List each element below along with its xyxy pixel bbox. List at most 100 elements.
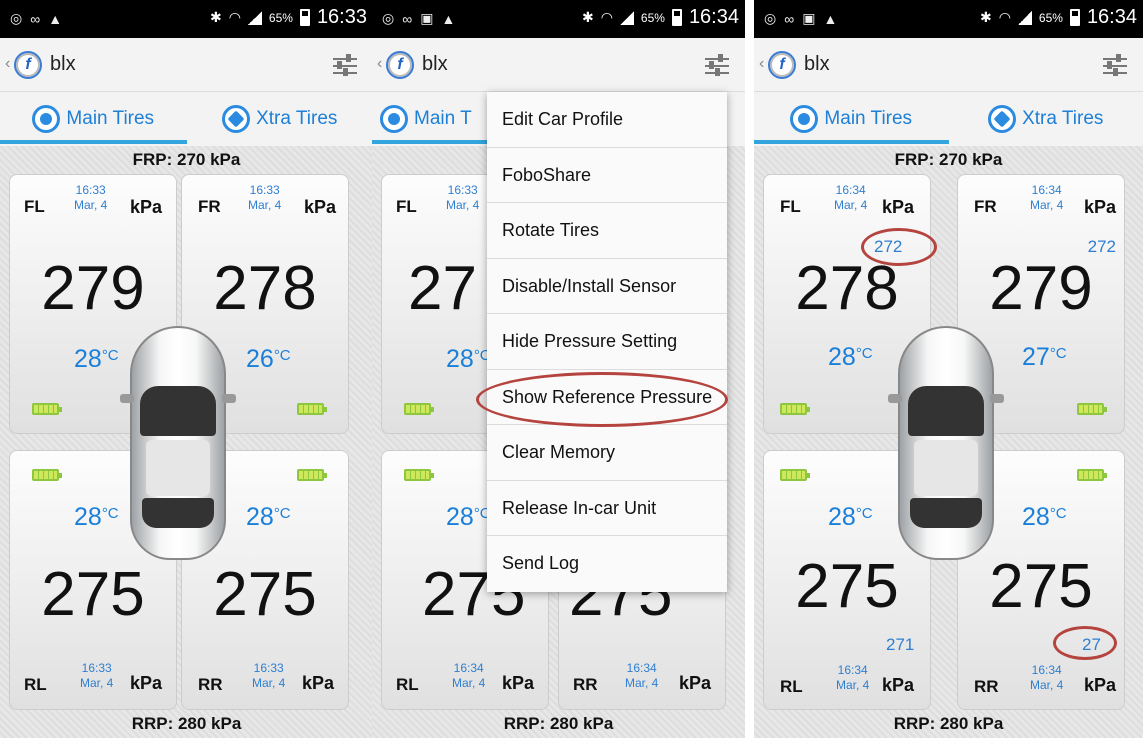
cell-signal-icon bbox=[619, 10, 634, 25]
tire-pressure: 278 bbox=[213, 254, 317, 323]
pressure-unit: kPa bbox=[1083, 197, 1116, 217]
tire-temperature: 28°C bbox=[74, 503, 119, 531]
tire-temperature: 27°C bbox=[1022, 343, 1067, 371]
status-bar: ◎ ∞ ▲ ✱ ◠ 65% 16:33 bbox=[0, 0, 373, 38]
signal-icon: ◎ bbox=[764, 10, 777, 26]
bluetooth-icon: ✱ bbox=[209, 9, 222, 25]
image-icon: ▣ bbox=[420, 10, 434, 26]
tire-temperature: 28°C bbox=[74, 345, 119, 373]
tire-position: RL bbox=[24, 675, 47, 694]
tab-label: Main T bbox=[414, 108, 472, 129]
settings-sliders-icon[interactable] bbox=[331, 52, 359, 78]
car-profile-title: blx bbox=[804, 53, 830, 75]
app-logo-icon[interactable]: f bbox=[14, 51, 42, 79]
menu-item-send-log[interactable]: Send Log bbox=[487, 536, 727, 592]
notification-icon: ∞ bbox=[784, 10, 795, 27]
tire-temperature: 28°C bbox=[446, 503, 491, 531]
pressure-unit: kPa bbox=[881, 675, 914, 695]
pressure-unit: kPa bbox=[129, 197, 162, 217]
tire-pressure: 275 bbox=[213, 560, 317, 629]
reading-timestamp: 16:33 Mar, 4 bbox=[80, 661, 114, 690]
menu-item-edit-car-profile[interactable]: Edit Car Profile bbox=[487, 92, 727, 148]
pressure-unit: kPa bbox=[881, 197, 914, 217]
tire-temperature: 28°C bbox=[828, 503, 873, 531]
back-icon[interactable]: ‹ bbox=[5, 55, 10, 73]
tire-position: RR bbox=[573, 675, 598, 694]
battery-percent: 65% bbox=[640, 10, 665, 25]
tab-xtra-tires[interactable]: Xtra Tires bbox=[187, 92, 374, 146]
bluetooth-icon: ✱ bbox=[581, 9, 594, 25]
status-bar: ◎ ∞ ▣ ▲ ✱ ◠ 65% 16:34 bbox=[754, 0, 1143, 38]
rear-reference-pressure: RRP: 280 kPa bbox=[131, 714, 242, 733]
cell-signal-icon bbox=[1017, 10, 1032, 25]
battery-icon bbox=[299, 9, 310, 26]
wheel-icon bbox=[222, 105, 251, 133]
tire-position: FR bbox=[198, 197, 221, 216]
highlight-ellipse bbox=[1053, 626, 1117, 660]
settings-sliders-icon[interactable] bbox=[703, 52, 731, 78]
tab-bar: Main Tires Xtra Tires bbox=[0, 92, 373, 146]
tire-position: FL bbox=[396, 197, 417, 216]
reading-timestamp: 16:33 Mar, 4 bbox=[248, 183, 282, 212]
battery-percent: 65% bbox=[268, 10, 293, 25]
tab-xtra-tires[interactable]: Xtra Tires bbox=[949, 92, 1143, 146]
back-icon[interactable]: ‹ bbox=[377, 55, 382, 73]
menu-item-release-in-car-unit[interactable]: Release In-car Unit bbox=[487, 481, 727, 536]
menu-item-rotate-tires[interactable]: Rotate Tires bbox=[487, 203, 727, 259]
pressure-unit: kPa bbox=[303, 197, 336, 217]
sensor-battery-icon bbox=[1077, 403, 1107, 415]
sensor-battery-icon bbox=[297, 403, 327, 415]
reading-timestamp: 16:33 Mar, 4 bbox=[446, 183, 480, 212]
image-icon: ▣ bbox=[802, 10, 816, 26]
tire-temperature: 28°C bbox=[828, 343, 873, 371]
tab-bar: Main Tires Xtra Tires bbox=[754, 92, 1143, 146]
clock: 16:34 bbox=[688, 6, 739, 28]
reading-timestamp: 16:34 Mar, 4 bbox=[834, 183, 868, 212]
cell-signal-icon bbox=[247, 10, 262, 25]
app-logo-icon[interactable]: f bbox=[386, 51, 414, 79]
menu-item-clear-memory[interactable]: Clear Memory bbox=[487, 425, 727, 481]
sensor-battery-icon bbox=[1077, 469, 1107, 481]
tab-label: Xtra Tires bbox=[1022, 108, 1104, 129]
back-icon[interactable]: ‹ bbox=[759, 55, 764, 73]
screen-3: ◎ ∞ ▣ ▲ ✱ ◠ 65% 16:34 ‹ f blx Main Tires Xt… bbox=[754, 0, 1143, 738]
reference-pressure-value: 271 bbox=[886, 635, 915, 654]
battery-icon bbox=[1069, 9, 1080, 26]
rear-reference-pressure: RRP: 280 kPa bbox=[503, 714, 614, 733]
sensor-battery-icon bbox=[32, 403, 62, 415]
tire-temperature: 28°C bbox=[246, 503, 291, 531]
highlight-ellipse bbox=[476, 372, 728, 427]
app-logo-icon[interactable]: f bbox=[768, 51, 796, 79]
sensor-battery-icon bbox=[404, 403, 434, 415]
reading-timestamp: 16:33 Mar, 4 bbox=[252, 661, 286, 690]
menu-item-hide-pressure-setting[interactable]: Hide Pressure Setting bbox=[487, 314, 727, 370]
tire-position: RL bbox=[396, 675, 419, 694]
settings-sliders-icon[interactable] bbox=[1101, 52, 1129, 78]
reading-timestamp: 16:34 Mar, 4 bbox=[1030, 183, 1064, 212]
warning-icon: ▲ bbox=[48, 10, 63, 27]
bluetooth-icon: ✱ bbox=[979, 9, 992, 25]
tire-position: RL bbox=[780, 677, 803, 696]
notification-icon: ∞ bbox=[30, 10, 41, 27]
warning-icon: ▲ bbox=[441, 10, 456, 27]
clock: 16:34 bbox=[1086, 6, 1137, 28]
tire-pressure: 279 bbox=[989, 254, 1093, 323]
tire-icon bbox=[790, 105, 819, 133]
tab-main-tires[interactable]: Main Tires bbox=[754, 92, 949, 146]
wifi-icon: ◠ bbox=[228, 9, 241, 25]
sensor-battery-icon bbox=[780, 403, 810, 415]
tire-temperature: 28°C bbox=[1022, 503, 1067, 531]
tire-pressure: 279 bbox=[41, 254, 145, 323]
tire-position: FR bbox=[974, 197, 997, 216]
wifi-icon: ◠ bbox=[998, 9, 1011, 25]
pressure-unit: kPa bbox=[1083, 675, 1116, 695]
tab-label: Main Tires bbox=[66, 108, 155, 129]
menu-item-disable-install-sensor[interactable]: Disable/Install Sensor bbox=[487, 259, 727, 314]
battery-icon bbox=[671, 9, 682, 26]
menu-item-foboshare[interactable]: FoboShare bbox=[487, 148, 727, 203]
tab-main-tires[interactable]: Main Tires bbox=[0, 92, 187, 146]
reading-timestamp: 16:34 Mar, 4 bbox=[836, 663, 870, 692]
car-profile-title: blx bbox=[50, 53, 76, 75]
tire-pressure: 275 bbox=[795, 552, 899, 621]
tire-temperature: 28°C bbox=[446, 345, 491, 373]
